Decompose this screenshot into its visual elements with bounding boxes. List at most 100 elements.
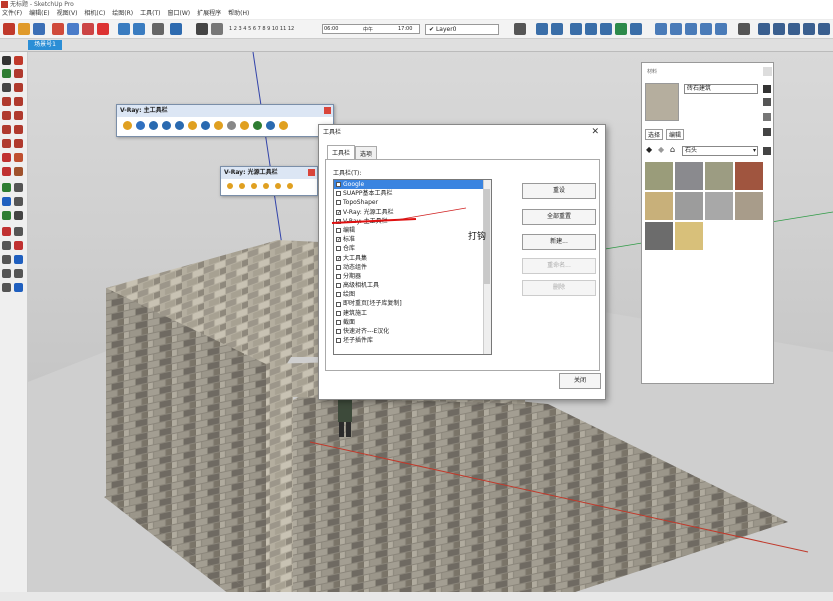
close-icon[interactable]: ✕ — [591, 127, 599, 137]
tab-edit[interactable]: 编辑 — [666, 129, 685, 140]
create-material-icon[interactable] — [763, 85, 771, 93]
back-icon[interactable]: ◆ — [646, 145, 652, 154]
3pt-arc-icon[interactable] — [2, 139, 11, 148]
top-view-icon[interactable] — [551, 23, 563, 35]
dimension-icon[interactable] — [14, 197, 23, 206]
details-icon[interactable] — [763, 147, 771, 155]
copy-icon[interactable] — [67, 23, 79, 35]
iso-view-icon[interactable] — [536, 23, 548, 35]
undo-icon[interactable] — [118, 23, 130, 35]
vray-help-icon[interactable] — [279, 121, 288, 130]
ies-light-icon[interactable] — [263, 183, 269, 189]
sphere-light-icon[interactable] — [287, 183, 293, 189]
menu-file[interactable]: 文件(F) — [2, 9, 22, 19]
right-view-icon[interactable] — [585, 23, 597, 35]
monochrome-icon[interactable] — [715, 23, 727, 35]
layer-select[interactable]: ✔ Layer0 — [425, 24, 499, 35]
rectangle-icon[interactable] — [2, 97, 11, 106]
line-icon[interactable] — [2, 83, 11, 92]
wireframe-icon[interactable] — [655, 23, 667, 35]
zoom-extents-icon[interactable] — [2, 269, 11, 278]
material-swatch[interactable] — [735, 162, 763, 190]
menu-view[interactable]: 视图(V) — [57, 9, 78, 19]
extension-icon[interactable] — [170, 23, 182, 35]
material-swatch[interactable] — [675, 162, 703, 190]
vray-proxy-icon[interactable] — [201, 121, 210, 130]
cut-icon[interactable] — [52, 23, 64, 35]
2pt-arc-icon[interactable] — [14, 139, 23, 148]
follow-me-icon[interactable] — [14, 167, 23, 176]
close-icon[interactable] — [324, 107, 331, 114]
3d-text-icon[interactable] — [14, 227, 23, 236]
erase-icon[interactable] — [97, 23, 109, 35]
vray-export-icon[interactable] — [253, 121, 262, 130]
vray-light-icon[interactable] — [240, 121, 249, 130]
vray-rt-icon[interactable] — [175, 121, 184, 130]
house-style-2-icon[interactable] — [773, 23, 785, 35]
push-pull-icon[interactable] — [14, 153, 23, 162]
shadow-month-scale[interactable]: 1 2 3 4 5 6 7 8 9 10 11 12 — [229, 26, 294, 32]
front-view-icon[interactable] — [570, 23, 582, 35]
redo-icon[interactable] — [133, 23, 145, 35]
paint-icon[interactable] — [14, 69, 23, 78]
position-camera-icon[interactable] — [14, 269, 23, 278]
select-arrow-icon[interactable] — [2, 56, 11, 65]
text-icon[interactable] — [14, 211, 23, 220]
rotated-rectangle-icon[interactable] — [14, 97, 23, 106]
menu-extensions[interactable]: 扩展程序 — [197, 9, 221, 19]
forward-icon[interactable]: ◆ — [658, 145, 664, 154]
vray-render-icon[interactable] — [123, 121, 132, 130]
material-swatch[interactable] — [645, 192, 673, 220]
tab-select[interactable]: 选择 — [645, 129, 664, 140]
menu-window[interactable]: 窗口(W) — [168, 9, 191, 19]
scene-tab[interactable]: 场景号1 — [28, 40, 62, 50]
vray-options-icon[interactable] — [136, 121, 145, 130]
back-view-icon[interactable] — [600, 23, 612, 35]
make-component-icon[interactable] — [2, 69, 11, 78]
rotate-icon[interactable] — [2, 167, 11, 176]
arc-icon[interactable] — [2, 125, 11, 134]
shadow-time-slider[interactable]: 06:00 中午 17:00 — [322, 24, 420, 34]
vray-batch-icon[interactable] — [266, 121, 275, 130]
material-swatch[interactable] — [675, 192, 703, 220]
material-swatch[interactable] — [675, 222, 703, 250]
house-style-4-icon[interactable] — [803, 23, 815, 35]
eyedropper-icon[interactable] — [763, 128, 771, 136]
shadow-icon[interactable] — [196, 23, 208, 35]
warehouse-icon[interactable] — [152, 23, 164, 35]
paint-sample-icon[interactable] — [763, 113, 771, 121]
look-around-icon[interactable] — [14, 283, 23, 292]
shaded-icon[interactable] — [685, 23, 697, 35]
polygon-icon[interactable] — [14, 111, 23, 120]
menu-draw[interactable]: 绘图(R) — [112, 9, 133, 19]
scale-icon[interactable] — [2, 183, 11, 192]
tab-options[interactable]: 选项 — [355, 146, 378, 160]
material-swatch[interactable] — [705, 192, 733, 220]
vray-material-icon[interactable] — [149, 121, 158, 130]
save-icon[interactable] — [33, 23, 45, 35]
material-swatch[interactable] — [705, 162, 733, 190]
axes-icon[interactable] — [2, 227, 11, 236]
home-icon[interactable]: ⌂ — [670, 145, 675, 154]
vray-frame-buffer-icon[interactable] — [162, 121, 171, 130]
zoom-window-icon[interactable] — [14, 255, 23, 264]
layer-manager-icon[interactable] — [514, 23, 526, 35]
house-style-icon[interactable] — [758, 23, 770, 35]
offset-icon[interactable] — [14, 183, 23, 192]
spot-light-icon[interactable] — [251, 183, 257, 189]
paint-bucket-icon[interactable] — [18, 23, 30, 35]
fog-icon[interactable] — [211, 23, 223, 35]
menu-edit[interactable]: 编辑(E) — [29, 9, 49, 19]
paste-icon[interactable] — [82, 23, 94, 35]
vray-camera-icon[interactable] — [188, 121, 197, 130]
menu-tools[interactable]: 工具(T) — [140, 9, 160, 19]
pan-icon[interactable] — [14, 241, 23, 250]
left-view-icon[interactable] — [615, 23, 627, 35]
pie-icon[interactable] — [14, 125, 23, 134]
protractor-icon[interactable] — [2, 211, 11, 220]
zoom-icon[interactable] — [2, 255, 11, 264]
tab-toolbars[interactable]: 工具栏 — [327, 145, 356, 160]
eraser-icon[interactable] — [14, 56, 23, 65]
material-swatch[interactable] — [735, 192, 763, 220]
rect-light-icon[interactable] — [239, 183, 245, 189]
